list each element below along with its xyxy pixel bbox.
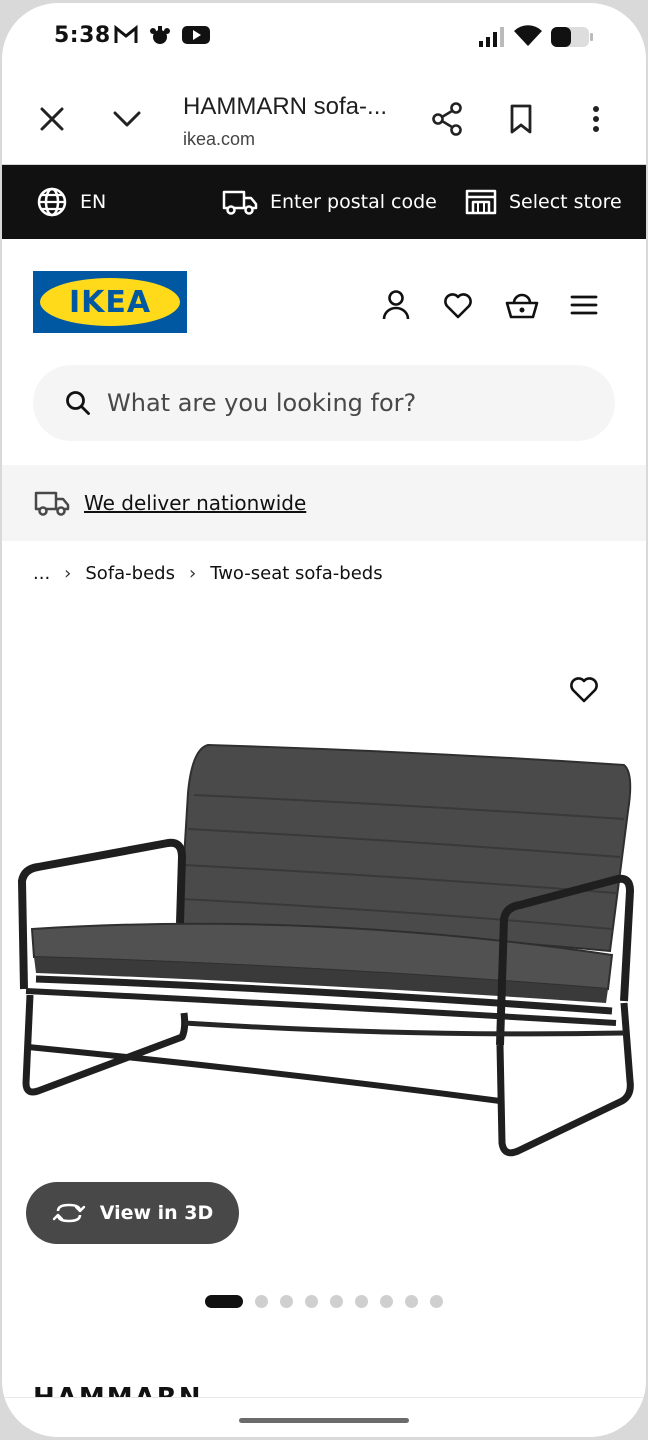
breadcrumb-item-sofa-beds[interactable]: Sofa-beds (85, 563, 175, 584)
image-carousel-indicator (205, 1294, 443, 1308)
delivery-banner-link[interactable]: We deliver nationwide (84, 491, 306, 515)
carousel-dot[interactable] (380, 1294, 393, 1308)
save-to-favourites-button[interactable] (564, 669, 604, 709)
carousel-dot[interactable] (430, 1294, 443, 1308)
page-url[interactable]: ikea.com (183, 129, 255, 150)
close-tab-button[interactable] (30, 97, 74, 141)
logo-oval: IKEA (40, 278, 180, 326)
store-icon (465, 189, 497, 215)
delivery-truck-icon (222, 190, 258, 215)
search-placeholder: What are you looking for? (107, 389, 417, 417)
carousel-dot[interactable] (280, 1294, 293, 1308)
chevron-down-icon (113, 111, 141, 127)
gmail-icon (114, 24, 138, 50)
app-notification-icon (148, 25, 172, 52)
carousel-dot[interactable] (330, 1294, 343, 1308)
postal-code-label: Enter postal code (270, 191, 437, 213)
favourites-button[interactable] (438, 285, 478, 325)
carousel-dot[interactable] (305, 1294, 318, 1308)
carousel-dot[interactable] (205, 1294, 243, 1308)
user-icon (382, 290, 410, 320)
browser-toolbar: HAMMARN sofa-... ikea.com (2, 73, 646, 165)
minimize-button[interactable] (105, 97, 149, 141)
menu-button[interactable] (564, 285, 604, 325)
home-handle[interactable] (239, 1418, 409, 1423)
share-button[interactable] (425, 97, 469, 141)
phone-screen: 5:38 HAMMARN sofa-... ikea.com EN Enter … (2, 3, 646, 1437)
view-in-3d-label: View in 3D (99, 1202, 214, 1224)
signal-icon (478, 27, 506, 52)
more-options-button[interactable] (574, 97, 618, 141)
view-in-3d-button[interactable]: View in 3D (26, 1182, 239, 1244)
close-icon (40, 107, 64, 131)
chevron-right-icon: › (64, 562, 72, 584)
select-store-button[interactable]: Select store (465, 165, 622, 239)
heart-icon (444, 293, 472, 319)
utility-bar: EN Enter postal code Select store (2, 165, 646, 239)
language-label: EN (80, 191, 107, 213)
breadcrumb-item-two-seat-sofa-beds[interactable]: Two-seat sofa-beds (210, 563, 382, 584)
globe-icon (37, 187, 67, 217)
more-vert-icon (593, 106, 599, 132)
status-time: 5:38 (54, 23, 111, 48)
search-icon (66, 391, 90, 415)
chevron-right-icon: › (188, 562, 197, 584)
page-title[interactable]: HAMMARN sofa-... (183, 93, 387, 121)
breadcrumb: ... › Sofa-beds › Two-seat sofa-beds (33, 561, 383, 585)
breadcrumb-ellipsis[interactable]: ... (33, 563, 50, 584)
carousel-dot[interactable] (405, 1294, 418, 1308)
postal-code-button[interactable]: Enter postal code (222, 165, 437, 239)
search-bar[interactable]: What are you looking for? (33, 365, 615, 441)
carousel-dot[interactable] (355, 1294, 368, 1308)
gesture-nav-bar (2, 1397, 646, 1437)
share-icon (432, 102, 462, 136)
status-bar: 5:38 (2, 3, 646, 73)
ikea-logo[interactable]: IKEA (33, 271, 187, 333)
youtube-icon (182, 25, 210, 50)
select-store-label: Select store (509, 191, 622, 213)
product-image-sofa[interactable] (12, 733, 636, 1163)
logo-text: IKEA (68, 284, 152, 320)
hamburger-icon (570, 295, 598, 315)
delivery-banner[interactable]: We deliver nationwide (2, 465, 646, 541)
bookmark-icon (510, 104, 532, 134)
basket-icon (505, 293, 539, 319)
carousel-dot[interactable] (255, 1294, 268, 1308)
bookmark-button[interactable] (499, 97, 543, 141)
heart-icon (570, 677, 598, 703)
delivery-truck-icon (34, 491, 70, 516)
account-button[interactable] (376, 285, 416, 325)
wifi-icon (514, 25, 542, 52)
rotate-3d-icon (52, 1203, 85, 1223)
language-selector[interactable]: EN (36, 165, 106, 239)
basket-button[interactable] (502, 285, 542, 325)
battery-icon (550, 26, 594, 53)
